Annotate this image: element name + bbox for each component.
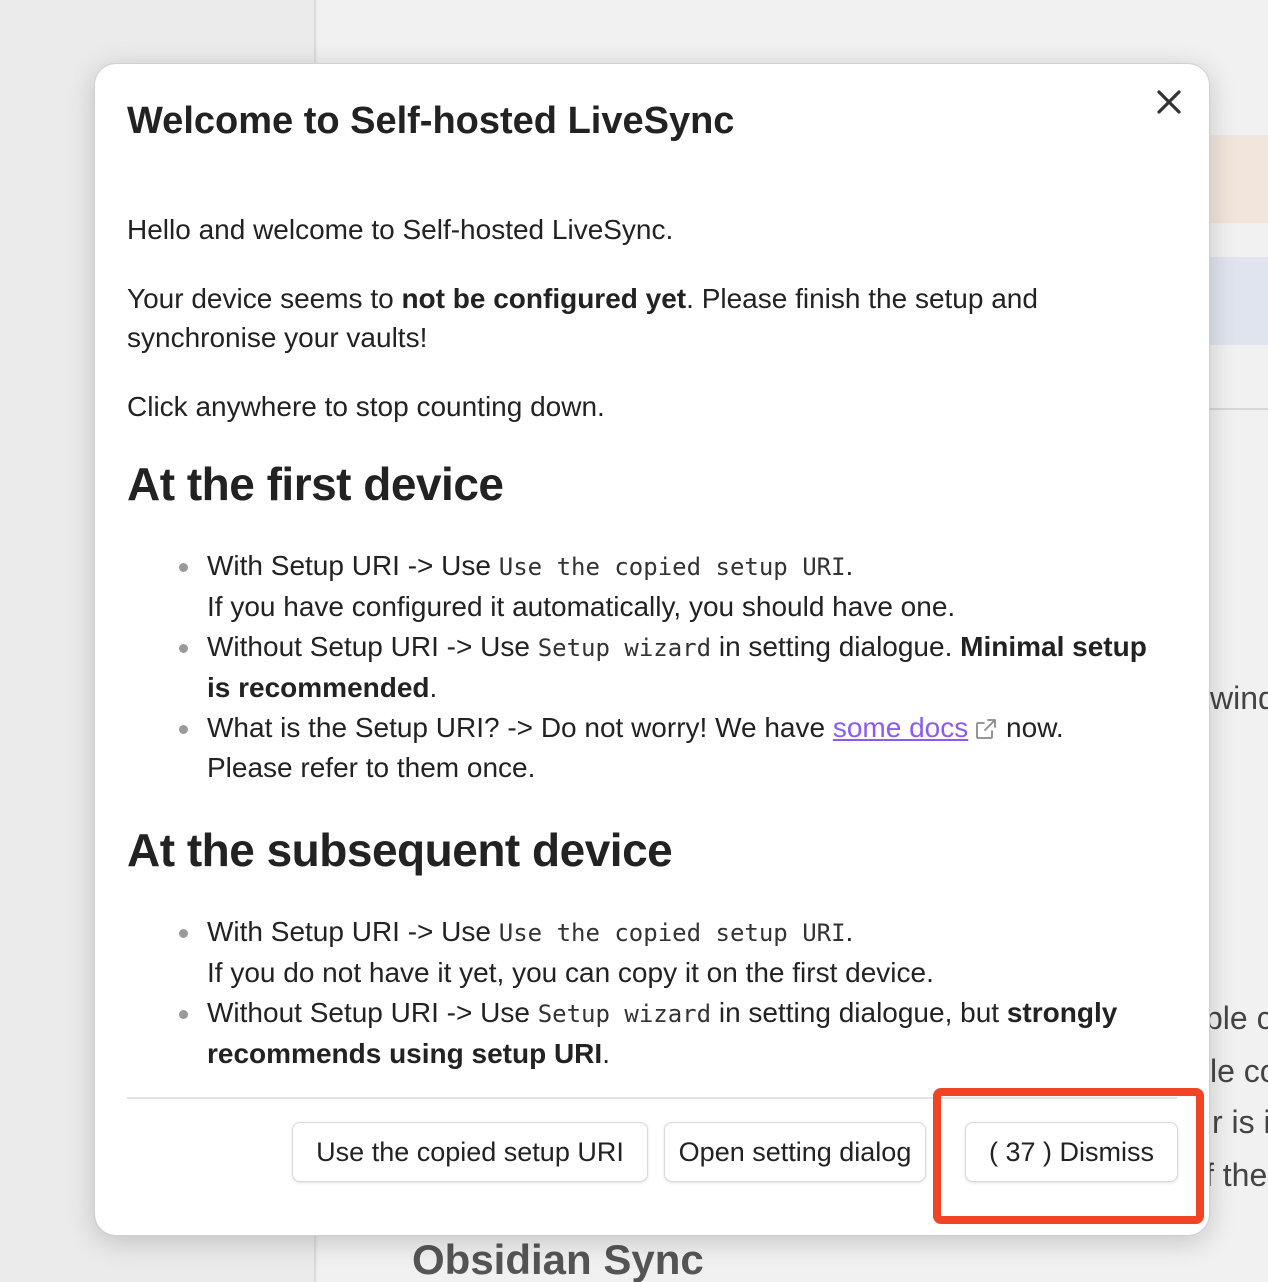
background-orange-block xyxy=(1200,135,1268,223)
use-copied-setup-uri-button[interactable]: Use the copied setup URI xyxy=(292,1122,648,1182)
open-setting-dialog-button[interactable]: Open setting dialog xyxy=(664,1122,926,1182)
item-text: Without Setup URI -> Use xyxy=(207,997,538,1028)
close-icon xyxy=(1157,90,1181,114)
background-text: f the xyxy=(1205,1157,1268,1193)
inline-code: Use the copied setup URI xyxy=(498,553,846,581)
status-text-before: Your device seems to xyxy=(127,283,402,314)
background-divider xyxy=(1200,408,1268,410)
background-text: le cc xyxy=(1210,1053,1268,1089)
inline-code: Setup wizard xyxy=(537,1000,712,1028)
first-device-list: With Setup URI -> Use Use the copied set… xyxy=(179,546,1167,788)
item-text: If you do not have it yet, you can copy … xyxy=(207,957,934,988)
item-text: . xyxy=(429,672,438,703)
external-link-icon xyxy=(976,719,997,739)
docs-link[interactable]: some docs xyxy=(833,712,968,743)
item-text: . xyxy=(845,916,854,947)
intro-text: Hello and welcome to Self-hosted LiveSyn… xyxy=(127,214,674,245)
item-text: Without Setup URI -> Use xyxy=(207,631,538,662)
footer-divider xyxy=(127,1097,1177,1099)
device-status-text: Your device seems to not be configured y… xyxy=(127,279,1167,357)
dismiss-button[interactable]: ( 37 ) Dismiss xyxy=(965,1122,1178,1182)
item-text: in setting dialogue. xyxy=(711,631,961,662)
background-section-heading: Obsidian Sync xyxy=(412,1236,704,1282)
close-button[interactable] xyxy=(1151,84,1187,120)
item-text: . xyxy=(602,1038,610,1069)
subsequent-device-heading: At the subsequent device xyxy=(127,824,673,876)
item-text: What is the Setup URI? -> Do not worry! … xyxy=(207,712,833,743)
list-item: Without Setup URI -> Use Setup wizard in… xyxy=(179,993,1167,1074)
item-text: If you have configured it automatically,… xyxy=(207,591,956,622)
countdown-hint: Click anywhere to stop counting down. xyxy=(127,391,605,422)
list-item: Without Setup URI -> Use Setup wizard in… xyxy=(179,627,1167,708)
item-text: . xyxy=(845,550,854,581)
item-text: With Setup URI -> Use xyxy=(207,916,499,947)
list-item: What is the Setup URI? -> Do not worry! … xyxy=(179,708,1167,788)
first-device-heading: At the first device xyxy=(127,458,504,510)
modal-content: Hello and welcome to Self-hosted LiveSyn… xyxy=(127,210,1167,1108)
background-text: wind xyxy=(1210,680,1268,716)
item-text: in setting dialogue, but xyxy=(711,997,1007,1028)
inline-code: Use the copied setup URI xyxy=(498,919,846,947)
subsequent-device-list: With Setup URI -> Use Use the copied set… xyxy=(179,912,1167,1074)
modal-title: Welcome to Self-hosted LiveSync xyxy=(127,100,735,142)
inline-code: Setup wizard xyxy=(537,634,712,662)
item-text: Please refer to them once. xyxy=(207,752,536,783)
list-item: With Setup URI -> Use Use the copied set… xyxy=(179,912,1167,993)
item-text: With Setup URI -> Use xyxy=(207,550,499,581)
welcome-modal[interactable]: Welcome to Self-hosted LiveSync Hello an… xyxy=(94,63,1210,1236)
background-text: r is i xyxy=(1212,1104,1268,1140)
status-text-bold: not be configured yet xyxy=(401,283,687,314)
background-blue-block xyxy=(1200,257,1268,345)
background-text: ble c xyxy=(1205,1000,1268,1036)
list-item: With Setup URI -> Use Use the copied set… xyxy=(179,546,1167,627)
item-text: now. xyxy=(998,712,1064,743)
